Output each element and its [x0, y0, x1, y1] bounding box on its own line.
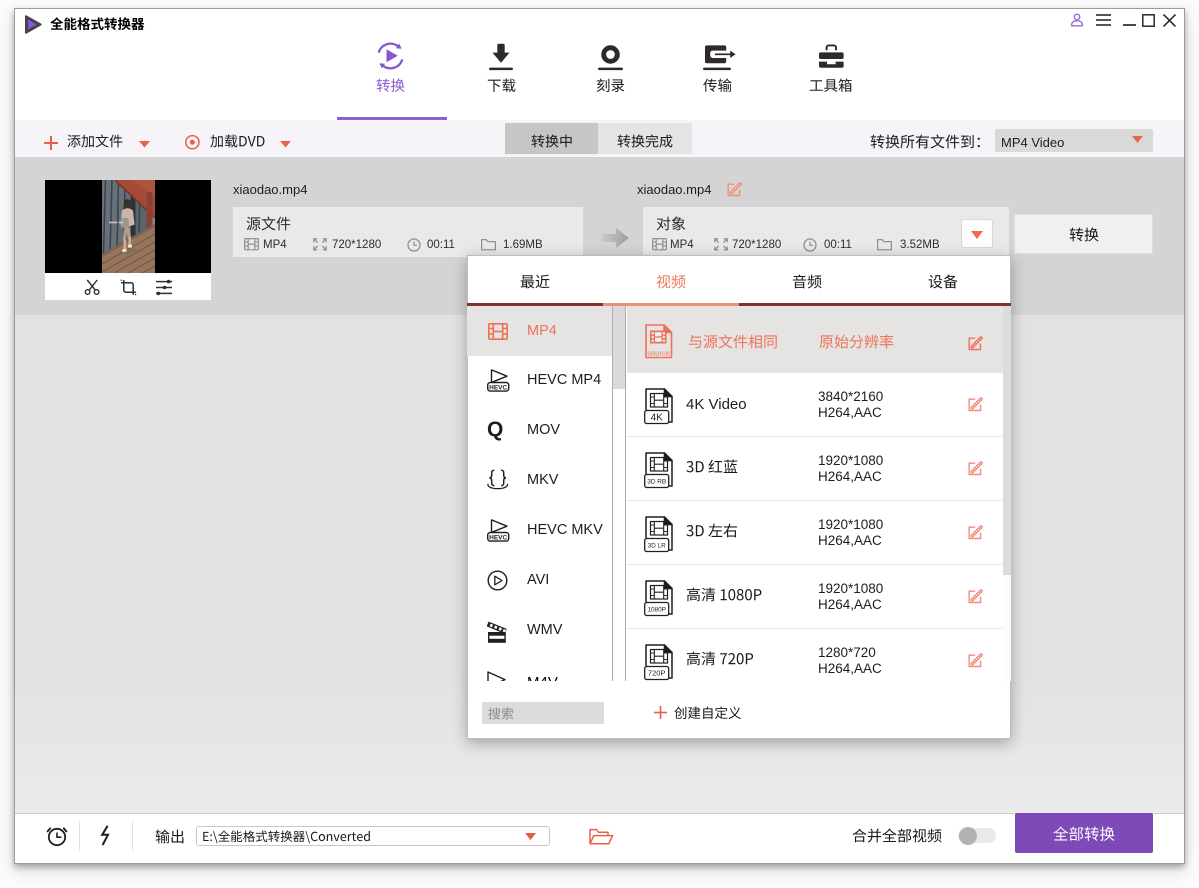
svg-text:HEVC: HEVC — [489, 534, 507, 541]
svg-text:3D RB: 3D RB — [647, 478, 666, 485]
svg-text:4K: 4K — [651, 413, 664, 424]
svg-text:HEVC: HEVC — [489, 384, 507, 391]
svg-text:3D LR: 3D LR — [648, 542, 666, 549]
svg-text:720P: 720P — [648, 669, 666, 678]
svg-text:1080P: 1080P — [647, 606, 665, 613]
svg-text:source: source — [647, 349, 670, 358]
